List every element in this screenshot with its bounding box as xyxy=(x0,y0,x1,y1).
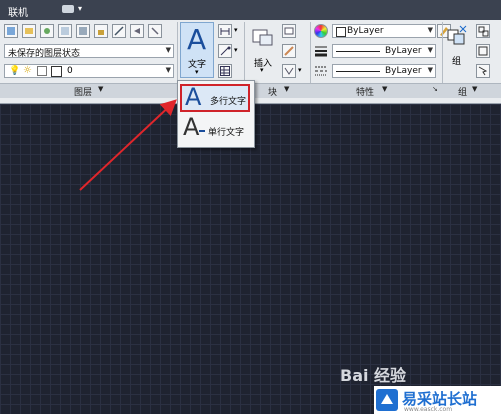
site-watermark: 易采站长站 www.easck.com xyxy=(374,386,501,414)
baidu-watermark: Bai 经验 xyxy=(340,366,407,385)
site-url: www.easck.com xyxy=(404,406,453,413)
annotation-arrow xyxy=(79,99,177,191)
site-logo-icon xyxy=(376,389,398,411)
